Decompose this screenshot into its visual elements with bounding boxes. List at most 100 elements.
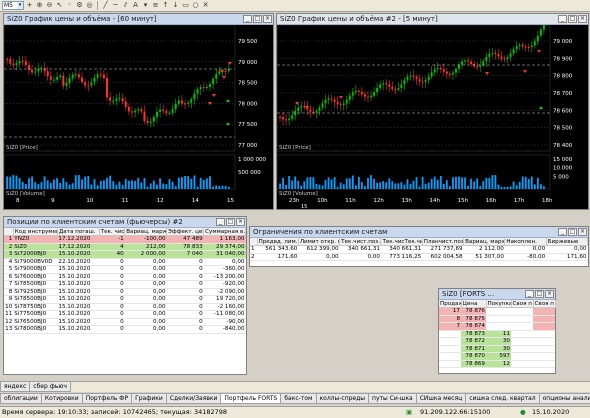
table-row[interactable]: 8 Si79250BJ0 15.10.2020 0 0,00 0 -2 090,00 xyxy=(4,288,246,296)
table-row[interactable]: 6 Si76000BJ0 15.10.2020 0 0,00 0 -13 200,00 xyxy=(4,273,246,281)
zoom-out-icon[interactable]: ⊖ xyxy=(45,1,54,10)
minimize-icon[interactable]: _ xyxy=(558,228,567,236)
chart2-titlebar[interactable]: SiZ0 График цены и объёма #2 - [5 минут]… xyxy=(277,14,588,25)
tab-top[interactable]: сбер фьюч xyxy=(29,382,71,392)
limits-col-header[interactable]: Тек.чисТек.чист.поз. xyxy=(380,238,423,246)
quotes-col-header[interactable]: Продаж xyxy=(439,300,462,308)
minimize-icon[interactable]: _ xyxy=(525,290,534,298)
quote-row[interactable]: 78 870 597 xyxy=(439,352,555,361)
minimize-icon[interactable]: _ xyxy=(558,15,567,23)
quote-row[interactable]: 78 872 30 xyxy=(439,337,555,346)
chart1-titlebar[interactable]: SiZ0 График цены и объёма - [60 минут] _… xyxy=(4,14,273,25)
limits-col-header[interactable]: Предвд. лим. xyxy=(257,238,299,246)
positions-titlebar[interactable]: Позиции по клиентским счетам (фьючерсы) … xyxy=(4,217,246,228)
chart2-area[interactable]: 79 000 78 900 78 800 78 700 78 600 78 500 78 4… xyxy=(276,18,588,210)
positions-col-header[interactable]: Вариац. маржа xyxy=(124,228,168,236)
limits-col-header[interactable]: Планчист.поз. xyxy=(422,238,465,246)
quotes-titlebar[interactable]: SiZ0 [FORTS ... _ □ × xyxy=(439,289,555,300)
close-icon[interactable]: × xyxy=(236,218,245,226)
close-icon[interactable]: × xyxy=(263,15,272,23)
limits-col-header[interactable]: Вариац. маржа xyxy=(463,238,506,246)
limits-col-header[interactable]: Биржевые xyxy=(546,238,589,246)
table-row[interactable]: 4 Si79000BV0D 22.10.2020 0 0,00 0 0,00 xyxy=(4,258,246,266)
interval-select[interactable]: M5 ▾ xyxy=(2,1,24,10)
limits-col-header[interactable]: Лимит откр. п xyxy=(298,238,341,246)
positions-col-header[interactable]: Код инструмента xyxy=(13,228,58,236)
table-row[interactable]: 1 561 343,60 612 399,00 340 661,31 340 661,3… xyxy=(250,245,588,254)
table-row[interactable]: 3 Si72000BJ0 15.10.2020 40 2 000,00 7 040 31 0… xyxy=(4,250,246,259)
positions-col-header[interactable]: Дата погаш. xyxy=(57,228,100,236)
limits-col-header[interactable]: Накоплен. xyxy=(504,238,547,246)
table-row[interactable]: 12 Si76500BJ0 15.10.2020 0 0,00 0 -90,00 xyxy=(4,318,246,326)
limits-col-header[interactable]: Тек.чист.поз. xyxy=(339,238,382,246)
table-row[interactable]: 7 Si78500BJ0 15.10.2020 0 0,00 0 -920,00 xyxy=(4,280,246,289)
close-icon[interactable]: × xyxy=(578,15,587,23)
fib-icon[interactable]: ≡ xyxy=(151,1,160,10)
arrow-down-icon[interactable]: ↓ xyxy=(171,1,180,10)
maximize-icon[interactable]: □ xyxy=(568,15,577,23)
minimize-icon[interactable]: _ xyxy=(243,15,252,23)
limits-titlebar[interactable]: Ограничения по клиентским счетам _ □ × xyxy=(250,227,588,238)
minimize-icon[interactable]: _ xyxy=(216,218,225,226)
circle-icon[interactable]: ◦ xyxy=(65,1,74,10)
text-icon[interactable]: A xyxy=(131,1,140,10)
table-row[interactable]: 5 Si79000BJ0 15.10.2020 0 0,00 0 -360,00 xyxy=(4,265,246,274)
dropdown-icon[interactable]: ▾ xyxy=(141,1,150,10)
tab[interactable]: Сделки/Заявки xyxy=(165,394,222,404)
tab[interactable]: Котировки xyxy=(40,394,83,404)
tabs-row-top: яндекс сбер фьюч xyxy=(0,381,590,392)
maximize-icon[interactable]: □ xyxy=(568,228,577,236)
fit-icon[interactable]: ◎ xyxy=(85,1,94,10)
ellipse-icon[interactable]: ○ xyxy=(191,1,200,10)
tab[interactable]: коллы-спреды xyxy=(315,394,370,404)
close-icon[interactable]: × xyxy=(545,290,554,298)
quote-row[interactable]: 78 871 30 xyxy=(439,345,555,353)
maximize-icon[interactable]: □ xyxy=(226,218,235,226)
quotes-col-header[interactable]: Покупка xyxy=(486,300,512,308)
tab[interactable]: путы Си-шка xyxy=(368,394,417,404)
quotes-col-header[interactable]: Своя п xyxy=(511,300,534,308)
arrow-up-icon[interactable]: ↑ xyxy=(161,1,170,10)
line-icon[interactable]: ╱ xyxy=(101,1,110,10)
tab[interactable]: СИшка месяц xyxy=(415,394,467,404)
table-row[interactable]: 1 YNZ0 17.12.2020 -1 -100,00 47 489 1 163,00 xyxy=(4,235,246,244)
tab[interactable]: Портфель FORTS xyxy=(220,394,282,404)
tab[interactable]: облигации xyxy=(0,394,42,404)
rect-icon[interactable]: ▭ xyxy=(181,1,190,10)
tab[interactable]: Графики xyxy=(131,394,167,404)
close-icon[interactable]: × xyxy=(578,228,587,236)
table-row[interactable]: 10 Si78750BJ0 15.10.2020 0 0,00 0 -2 160,00 xyxy=(4,303,246,311)
positions-col-header[interactable]: Эффект. цена xyxy=(166,228,205,236)
zoom-in-icon[interactable]: ⊕ xyxy=(35,1,44,10)
table-row[interactable]: 2 SiZ0 17.12.2020 4 212,00 78 833 29 374,00 xyxy=(4,243,246,251)
positions-col-header[interactable]: Суммарная в. xyxy=(203,228,246,236)
quote-row[interactable]: 7 78 874 xyxy=(439,322,555,331)
tab[interactable]: сишка след. квартал xyxy=(465,394,540,404)
quote-cell-own xyxy=(511,337,533,346)
table-row[interactable]: 13 Si78000BJ0 15.10.2020 0 0,00 0 -840,00 xyxy=(4,325,246,334)
table-row[interactable]: 11 Si77500BJ0 15.10.2020 0 0,00 0 -11 080,00 xyxy=(4,310,246,319)
tab[interactable]: бакс-том xyxy=(280,394,317,404)
tab[interactable]: Портфель ФР xyxy=(81,394,133,404)
candle-body xyxy=(445,71,448,74)
cursor-icon[interactable]: ↖ xyxy=(55,1,64,10)
delete-icon[interactable]: ✕ xyxy=(201,1,210,10)
table-row[interactable]: 9 Si78500BJ0 15.10.2020 0 0,00 0 19 720,00 xyxy=(4,295,246,304)
maximize-icon[interactable]: □ xyxy=(535,290,544,298)
hline-icon[interactable]: ─ xyxy=(111,1,120,10)
positions-col-header[interactable]: Тек. чист.поз. xyxy=(99,228,126,236)
tab-top[interactable]: яндекс xyxy=(0,382,31,392)
chart1-area[interactable]: 79 500 79 000 78 500 78 000 77 500 77 000 SiZ0… xyxy=(3,24,273,209)
quotes-col-header[interactable]: Цена xyxy=(461,300,487,308)
quote-row[interactable]: 8 78 875 xyxy=(439,315,555,323)
maximize-icon[interactable]: □ xyxy=(253,15,262,23)
quote-row[interactable]: 17 78 876 xyxy=(439,307,555,316)
quote-row[interactable]: 78 869 12 xyxy=(439,360,555,368)
table-row[interactable]: 2 171,60 0,00 0,00 773 116,25 602 004,58 51 30… xyxy=(250,253,588,261)
channel-icon[interactable]: ⫽ xyxy=(121,1,130,10)
crosshair-icon[interactable]: + xyxy=(25,1,34,10)
quotes-col-header[interactable]: Своя п xyxy=(533,300,556,308)
settings-icon[interactable]: ⚙ xyxy=(75,1,84,10)
tab[interactable]: опционы анализ xyxy=(538,394,590,404)
quote-row[interactable]: 78 873 11 xyxy=(439,330,555,338)
